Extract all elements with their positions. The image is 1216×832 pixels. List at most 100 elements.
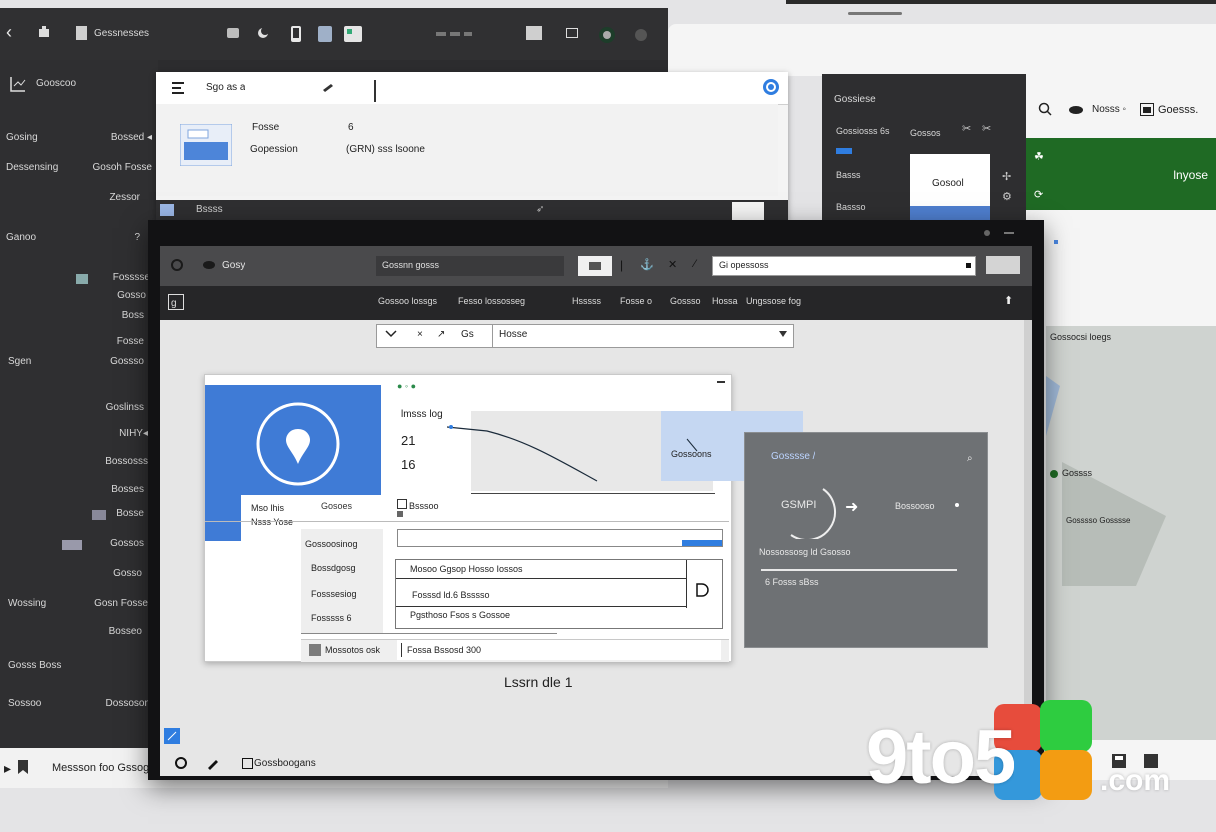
- left-item-3[interactable]: Fosssesiog: [311, 589, 357, 599]
- list-toggle-icon[interactable]: [694, 582, 710, 598]
- menu-item-7[interactable]: Ungssose fog: [746, 296, 801, 306]
- right-card[interactable]: Gosool: [910, 154, 990, 224]
- list-row[interactable]: Fosssd ld.6 Bsssso: [396, 580, 686, 607]
- menu-item-6[interactable]: Hossa: [712, 296, 738, 306]
- search-field[interactable]: Sgo as a: [206, 82, 245, 93]
- sidebar-item[interactable]: Goslinss: [0, 402, 158, 418]
- window-dot-icon[interactable]: [984, 230, 990, 236]
- sidebar-item[interactable]: Bosse: [0, 508, 158, 524]
- right-toolbar-a[interactable]: Nosss ◦: [1092, 104, 1126, 115]
- sidebar-item[interactable]: Bosses: [0, 484, 158, 500]
- dialog-minimize-icon[interactable]: [717, 381, 725, 383]
- cut-icon[interactable]: ✂: [982, 122, 991, 135]
- left-item-4[interactable]: Fosssss 6: [311, 613, 352, 623]
- bottom-checkbox[interactable]: [242, 758, 253, 769]
- scissors-icon[interactable]: ✂: [962, 122, 971, 135]
- sidebar-item[interactable]: Gossos: [0, 538, 158, 554]
- close-small-icon[interactable]: ×: [417, 329, 423, 340]
- sidebar-item[interactable]: NIHY◂: [0, 428, 158, 444]
- toolbar-field[interactable]: Gossnn gosss: [376, 256, 564, 276]
- triangle-icon[interactable]: ▸: [4, 760, 11, 777]
- list-row[interactable]: Mosoo Ggsop Hosso Iossos: [396, 560, 686, 579]
- anchor-icon[interactable]: ⚓: [640, 258, 654, 271]
- menu-item-5[interactable]: Gossso: [670, 296, 701, 306]
- flag-icon[interactable]: [526, 26, 542, 40]
- sidebar-item[interactable]: Wossing Gosn Fosse: [0, 598, 158, 614]
- back-arrow-icon[interactable]: ‹: [6, 22, 12, 43]
- sidebar-item[interactable]: Bossosss: [0, 456, 158, 472]
- calendar-icon[interactable]: [1140, 102, 1154, 116]
- account-icon[interactable]: [762, 78, 780, 96]
- right-toolbar-b[interactable]: Goesss.: [1158, 104, 1198, 116]
- tool-icon[interactable]: [226, 26, 240, 40]
- cloud-icon[interactable]: [1068, 104, 1084, 114]
- sidebar-item[interactable]: Gosso: [0, 568, 158, 584]
- menu-item-4[interactable]: Fosse o: [620, 296, 652, 306]
- moon-icon[interactable]: [256, 26, 270, 40]
- chevron-small-icon[interactable]: [779, 331, 787, 337]
- sidebar-item[interactable]: Dessensing Gosoh Fosse: [0, 162, 158, 178]
- status-right-box[interactable]: Fossa Bssosd 300: [397, 640, 721, 660]
- record-icon[interactable]: [598, 26, 616, 44]
- url-go-icon[interactable]: [966, 263, 971, 268]
- menu-item-1[interactable]: Gossoo lossgs: [378, 296, 437, 306]
- menu-item-2[interactable]: Fesso lossosseg: [458, 296, 525, 306]
- panel-search-icon[interactable]: ⌕: [967, 453, 973, 464]
- square-icon[interactable]: [566, 28, 578, 38]
- sidebar-item[interactable]: Zessor: [0, 192, 158, 208]
- search-icon[interactable]: [1038, 102, 1052, 116]
- list-row[interactable]: Pgsthoso Fsos s Gossoe: [396, 608, 686, 626]
- thumb-icon[interactable]: ✕: [668, 258, 677, 271]
- sidebar-item[interactable]: Gosss Boss: [0, 660, 158, 676]
- sidebar-item[interactable]: Sossoo Dossoson: [0, 698, 158, 714]
- phone-icon[interactable]: [290, 26, 302, 42]
- menu-icon[interactable]: [170, 80, 186, 96]
- left-item-1[interactable]: Gossoosinog: [305, 539, 358, 549]
- settings-icon[interactable]: ⚙: [1002, 190, 1012, 203]
- view-toggle-button[interactable]: [578, 256, 612, 276]
- bookmark-icon[interactable]: [18, 760, 28, 774]
- sidebar-item[interactable]: Boss: [0, 310, 158, 326]
- refresh-circle-icon[interactable]: [170, 258, 184, 272]
- minimize-icon[interactable]: [1004, 232, 1014, 234]
- sidebar-item[interactable]: Gosso: [0, 290, 158, 306]
- menu-item-3[interactable]: Hsssss: [572, 296, 601, 306]
- chat-icon[interactable]: [344, 26, 362, 42]
- map-pin-icon[interactable]: [1050, 470, 1058, 478]
- circle-icon[interactable]: [634, 28, 648, 42]
- plus-icon[interactable]: ✢: [1002, 170, 1011, 183]
- url-input[interactable]: Gi opessoss: [712, 256, 976, 276]
- dialog-tab[interactable]: Gosoes: [321, 501, 352, 511]
- cloud-dark-icon[interactable]: [202, 260, 216, 270]
- checkbox[interactable]: [397, 499, 407, 509]
- app-logo-icon[interactable]: g: [168, 294, 184, 310]
- menu-dots-icon[interactable]: [436, 30, 472, 38]
- pencil-icon[interactable]: [206, 756, 220, 770]
- sidebar-item[interactable]: Fosse: [0, 336, 158, 352]
- pin-icon[interactable]: ⬆: [1004, 294, 1013, 307]
- strip-button[interactable]: [732, 202, 764, 222]
- sidebar-item[interactable]: Gosing Bossed ◂: [0, 132, 158, 148]
- sidebar-item[interactable]: Bosseo: [0, 626, 158, 642]
- pen-icon[interactable]: [322, 82, 334, 92]
- arrow-right-icon[interactable]: ➜: [845, 497, 858, 517]
- right-row1-a: Gossiosss 6s: [836, 126, 890, 136]
- dialog-input[interactable]: [397, 529, 723, 547]
- blue-square-button[interactable]: [164, 728, 180, 744]
- drag-handle[interactable]: [848, 12, 902, 15]
- circle-undo-icon[interactable]: [174, 756, 188, 770]
- dialog-blue-card[interactable]: Mso lhis Nsss Yose: [205, 385, 381, 541]
- tablet-icon[interactable]: [318, 26, 332, 42]
- chevron-down-icon[interactable]: [385, 329, 397, 339]
- home-icon[interactable]: [38, 26, 50, 38]
- combo-a[interactable]: × ↗ Gs: [376, 324, 494, 348]
- left-item-2[interactable]: Bossdgosg: [311, 563, 356, 573]
- sidebar-item[interactable]: Fosssse: [0, 272, 158, 288]
- toolbar-extra-button[interactable]: [986, 256, 1020, 274]
- combo-b[interactable]: Hosse: [492, 324, 794, 348]
- refresh-icon[interactable]: ⟳: [1034, 188, 1043, 201]
- slash-icon[interactable]: ⁄: [694, 258, 696, 270]
- sidebar-item[interactable]: Sgen Gossso: [0, 356, 158, 372]
- arrow-icon[interactable]: ↗: [437, 329, 445, 340]
- sidebar-item[interactable]: Ganoo?: [0, 232, 158, 248]
